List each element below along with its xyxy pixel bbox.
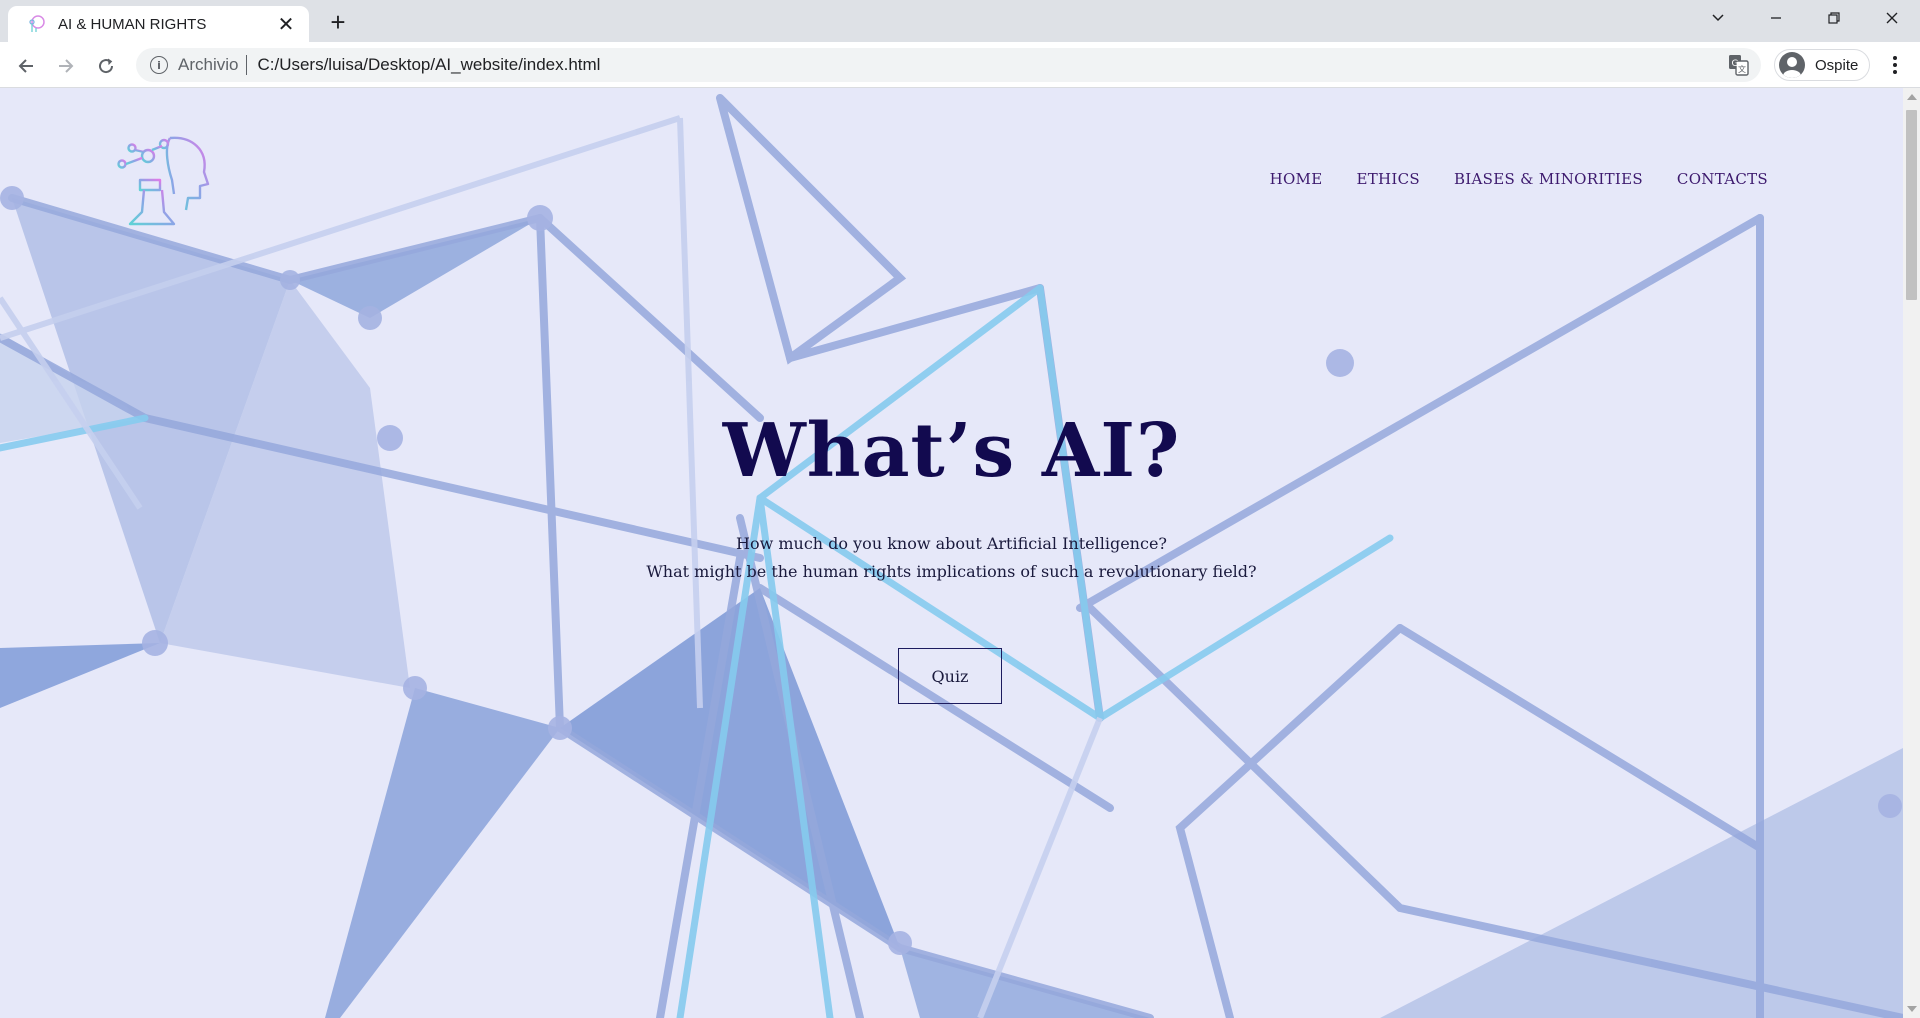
- hero-line-2: What might be the human rights implicati…: [646, 562, 1257, 581]
- back-arrow-icon[interactable]: [10, 50, 42, 82]
- ai-head-icon: [29, 15, 45, 32]
- minimize-icon[interactable]: [1748, 0, 1804, 36]
- ai-head-logo-icon[interactable]: [112, 128, 210, 228]
- restore-icon[interactable]: [1806, 0, 1862, 36]
- nav-biases-minorities[interactable]: BIASES & MINORITIES: [1454, 170, 1643, 188]
- main-nav: HOME ETHICS BIASES & MINORITIES CONTACTS: [1270, 170, 1768, 188]
- reload-icon[interactable]: [90, 50, 122, 82]
- address-scheme: Archivio: [178, 55, 239, 74]
- hero-line-1: How much do you know about Artificial In…: [735, 534, 1167, 553]
- close-window-icon[interactable]: [1864, 0, 1920, 36]
- tab-title: AI & HUMAN RIGHTS: [58, 15, 207, 33]
- tab-search-chevron-icon[interactable]: [1690, 0, 1746, 36]
- person-avatar-icon: [1779, 52, 1805, 78]
- profile-name: Ospite: [1815, 56, 1859, 74]
- hero-title: What’s AI?: [722, 408, 1181, 494]
- tab-close-icon[interactable]: ✕: [275, 13, 297, 36]
- profile-button[interactable]: Ospite: [1774, 49, 1870, 81]
- hero-subtitle: How much do you know about Artificial In…: [0, 530, 1903, 586]
- menu-dots-icon[interactable]: [1880, 50, 1910, 80]
- nav-contacts[interactable]: CONTACTS: [1677, 170, 1768, 188]
- address-url[interactable]: C:/Users/luisa/Desktop/AI_website/index.…: [257, 55, 600, 75]
- address-divider: [246, 55, 248, 75]
- quiz-button[interactable]: Quiz: [898, 648, 1002, 704]
- scroll-up-arrow-icon[interactable]: [1907, 94, 1917, 100]
- info-icon[interactable]: i: [150, 56, 168, 74]
- translate-icon[interactable]: G 文: [1728, 54, 1750, 76]
- scroll-thumb[interactable]: [1906, 110, 1917, 300]
- forward-arrow-icon[interactable]: [50, 50, 82, 82]
- page-viewport: HOME ETHICS BIASES & MINORITIES CONTACTS…: [0, 88, 1903, 1018]
- nav-home[interactable]: HOME: [1270, 170, 1323, 188]
- browser-tab[interactable]: AI & HUMAN RIGHTS ✕: [8, 6, 309, 42]
- scroll-down-arrow-icon[interactable]: [1907, 1006, 1917, 1012]
- nav-ethics[interactable]: ETHICS: [1356, 170, 1420, 188]
- browser-toolbar: i Archivio C:/Users/luisa/Desktop/AI_web…: [0, 42, 1920, 88]
- new-tab-button[interactable]: +: [324, 7, 352, 37]
- page-scrollbar[interactable]: [1903, 88, 1920, 1018]
- browser-tabstrip: AI & HUMAN RIGHTS ✕ +: [0, 0, 1920, 42]
- svg-text:文: 文: [1738, 64, 1746, 74]
- address-bar[interactable]: i Archivio C:/Users/luisa/Desktop/AI_web…: [136, 48, 1761, 82]
